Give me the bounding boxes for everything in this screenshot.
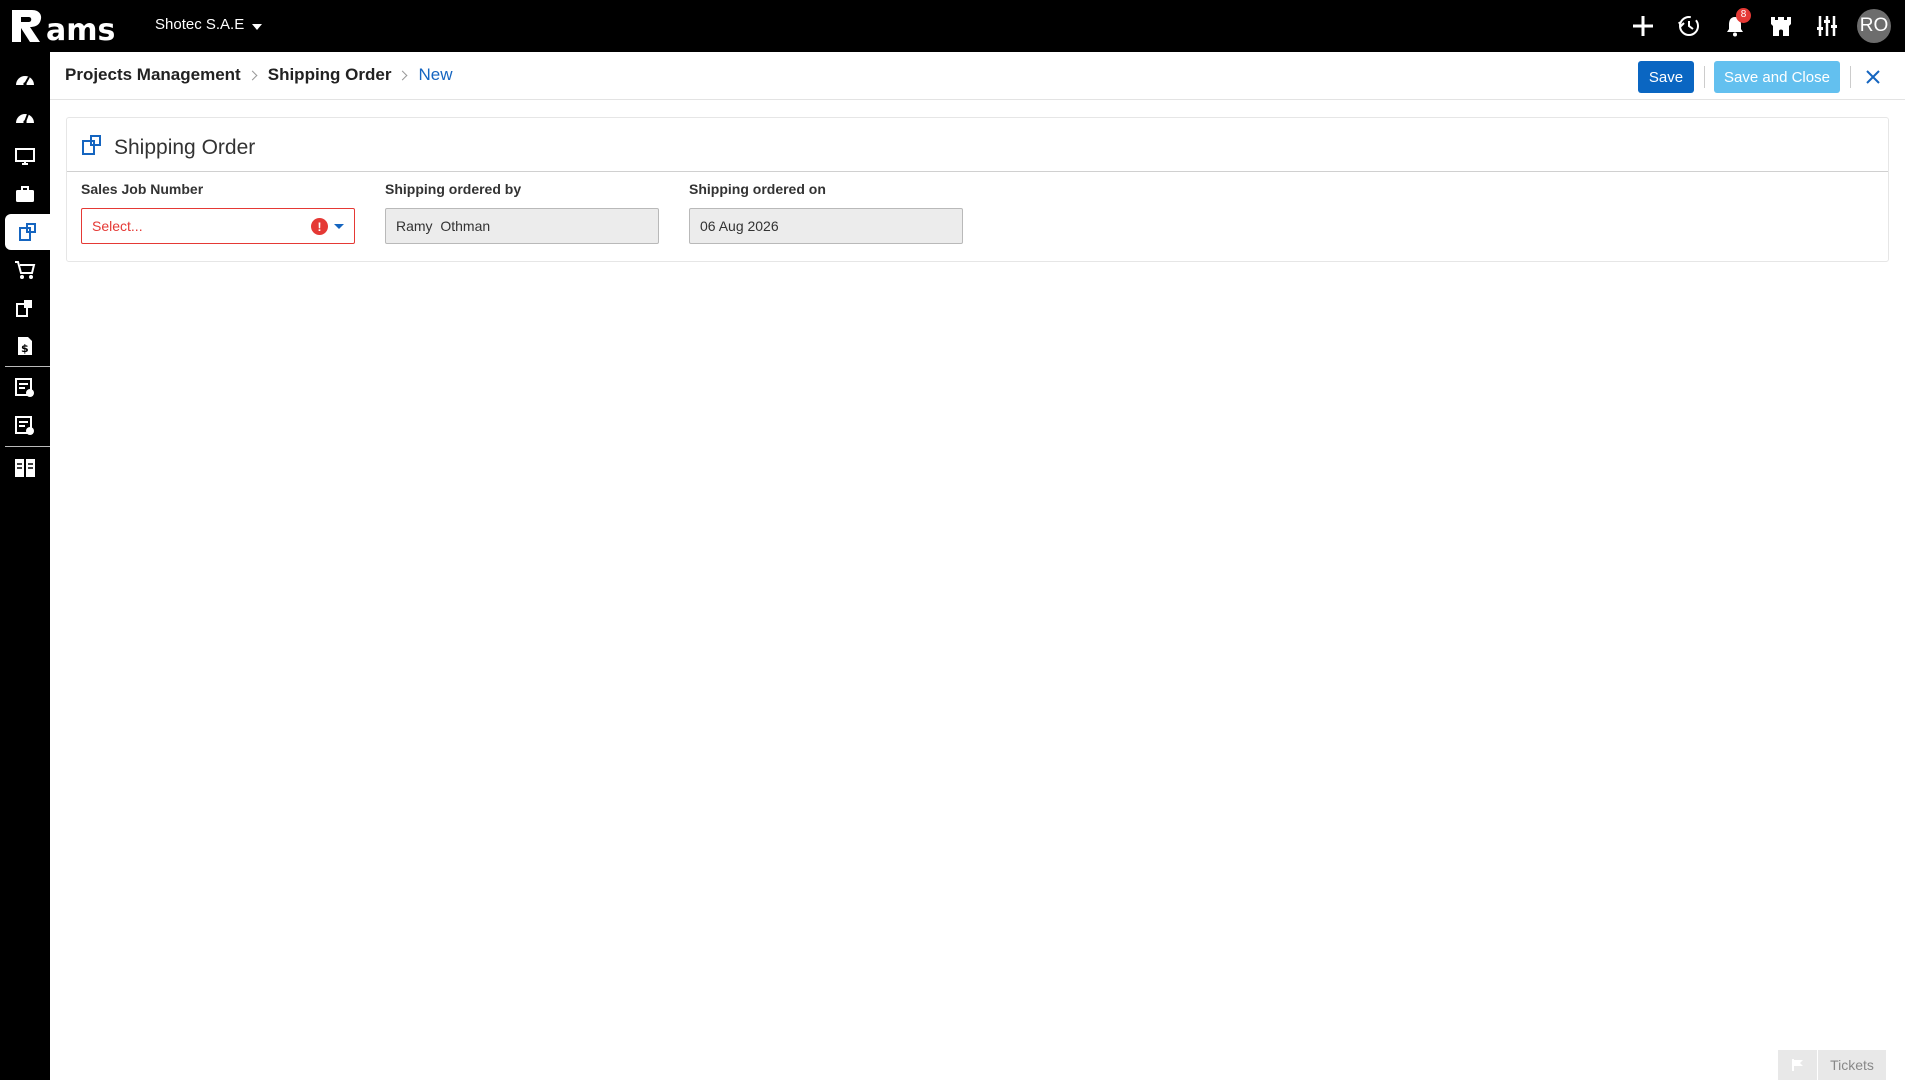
plus-icon[interactable] [1627,10,1659,42]
dashboard-alt-icon[interactable] [0,100,50,136]
shipping-ordered-on-input: 06 Aug 2026 [689,208,963,244]
shipping-alt-icon[interactable] [0,290,50,326]
header-divider [1850,66,1851,88]
card-title-text: Shipping Order [114,136,256,159]
shipping-ordered-by-label: Shipping ordered by [385,181,522,197]
tickets-label: Tickets [1830,1057,1874,1073]
shipping-ordered-by-field: Shipping ordered by Ramy Othman [385,181,659,244]
top-actions: 8 RO [1627,8,1891,44]
monitor-icon[interactable] [0,138,50,174]
sales-job-number-select[interactable]: Select... ! [81,208,355,244]
shipping-ordered-by-input: Ramy Othman [385,208,659,244]
checklist-settings-icon[interactable] [0,408,50,444]
bell-icon[interactable]: 8 [1719,8,1751,42]
sales-job-number-field: Sales Job Number Select... ! [81,181,355,244]
close-icon[interactable] [1860,64,1886,90]
flag-icon [1778,1050,1818,1080]
invoice-dollar-icon[interactable]: $ [0,328,50,364]
chevron-down-icon[interactable] [334,224,344,229]
sidebar-divider [5,366,50,367]
rams-logo[interactable]: ams [10,4,130,48]
sidebar-divider [5,446,50,447]
chevron-right-icon [398,70,408,80]
castle-icon[interactable] [1765,10,1797,42]
chevron-right-icon [247,70,258,80]
company-name: Shotec S.A.E [155,16,245,33]
history-icon[interactable] [1673,10,1705,42]
notification-badge: 8 [1736,8,1751,23]
shipping-order-icon[interactable] [5,214,50,250]
shipping-order-card: Shipping Order Sales Job Number Select..… [66,117,1889,262]
save-and-close-button[interactable]: Save and Close [1714,61,1840,93]
sliders-icon[interactable] [1811,10,1843,42]
error-icon: ! [311,218,328,235]
dashboard-icon[interactable] [0,62,50,98]
svg-text:$: $ [21,342,29,355]
breadcrumb: Projects Management Shipping Order New [65,65,452,85]
chevron-down-icon [252,23,263,30]
checklist-icon[interactable] [0,370,50,406]
briefcase-icon[interactable] [0,176,50,212]
save-button[interactable]: Save [1638,61,1694,93]
shipping-ordered-on-field: Shipping ordered on 06 Aug 2026 [689,181,963,244]
page-header: Projects Management Shipping Order New S… [50,52,1905,100]
sales-job-number-label: Sales Job Number [81,181,204,197]
avatar[interactable]: RO [1857,9,1891,43]
breadcrumb-current: New [418,65,453,84]
sidebar: $ [0,52,50,1080]
select-placeholder: Select... [92,218,143,234]
cart-icon[interactable] [0,252,50,288]
card-divider [67,171,1888,172]
shipping-ordered-on-label: Shipping ordered on [689,181,826,197]
grid-report-icon[interactable] [0,450,50,486]
breadcrumb-shipping-order[interactable]: Shipping Order [268,65,392,85]
shipping-order-icon [82,135,102,161]
svg-text:ams: ams [46,13,115,46]
tickets-button[interactable]: Tickets [1778,1050,1886,1080]
card-title: Shipping Order [82,135,255,161]
breadcrumb-projects-management[interactable]: Projects Management [65,65,241,85]
company-selector[interactable]: Shotec S.A.E [155,16,263,33]
top-bar: ams Shotec S.A.E 8 RO [0,0,1905,52]
header-divider [1704,66,1705,88]
